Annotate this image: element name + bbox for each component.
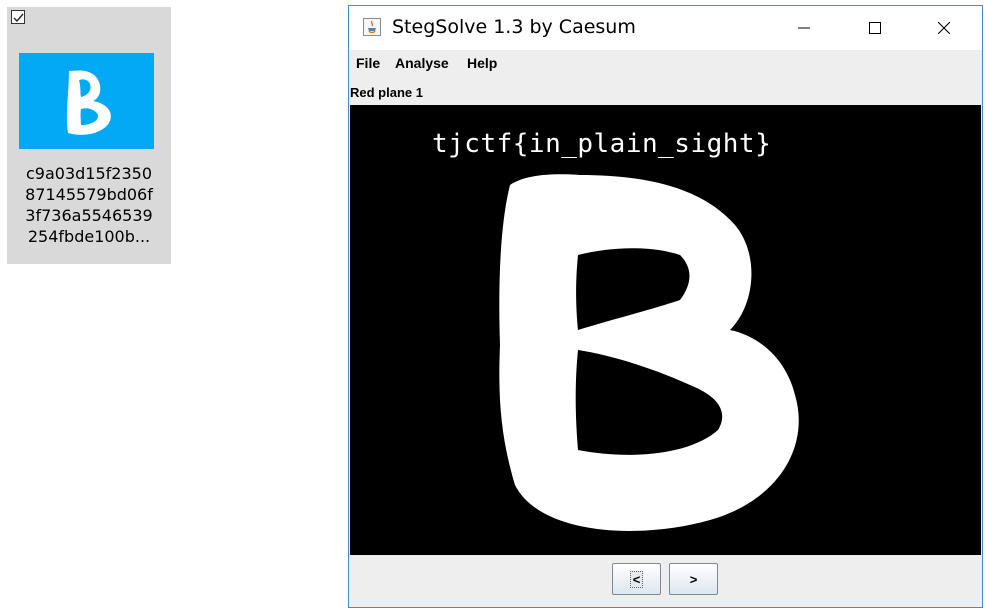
menu-bar: File Analyse Help [349,52,982,74]
next-plane-button[interactable]: > [669,563,718,595]
maximize-button[interactable] [852,6,898,50]
navigation-bar: < > [349,555,982,607]
minimize-icon [798,27,810,29]
file-name-line: 3f736a5546539 [25,206,153,225]
previous-button-label: < [629,570,644,588]
b-letter-icon [66,70,111,135]
file-name: c9a03d15f2350 87145579bd06f 3f736a554653… [7,163,171,247]
menu-help[interactable]: Help [467,55,497,71]
menu-file[interactable]: File [356,55,380,71]
image-canvas: tjctf{in_plain_sight} [350,105,981,555]
minimize-button[interactable] [781,6,827,50]
close-icon [938,22,950,34]
title-bar[interactable]: StegSolve 1.3 by Caesum [349,6,982,50]
stegsolve-window: StegSolve 1.3 by Caesum File Analyse Hel… [348,5,983,608]
next-button-label: > [689,571,698,587]
file-thumbnail [19,53,154,149]
maximize-icon [869,22,881,34]
close-button[interactable] [921,6,967,50]
previous-plane-button[interactable]: < [612,563,661,595]
hidden-flag-text: tjctf{in_plain_sight} [432,129,772,159]
desktop-file-tile[interactable]: c9a03d15f2350 87145579bd06f 3f736a554653… [7,7,171,264]
file-name-line: 87145579bd06f [25,185,153,204]
java-app-icon [363,18,381,36]
window-title: StegSolve 1.3 by Caesum [392,16,636,38]
menu-analyse[interactable]: Analyse [395,55,449,71]
file-selection-checkbox[interactable] [11,10,25,24]
plane-label: Red plane 1 [350,85,423,100]
file-name-line: c9a03d15f2350 [25,164,152,183]
checkmark-icon [13,13,24,23]
b-letter-image [499,174,799,531]
file-name-line: 254fbde100b... [27,227,151,246]
